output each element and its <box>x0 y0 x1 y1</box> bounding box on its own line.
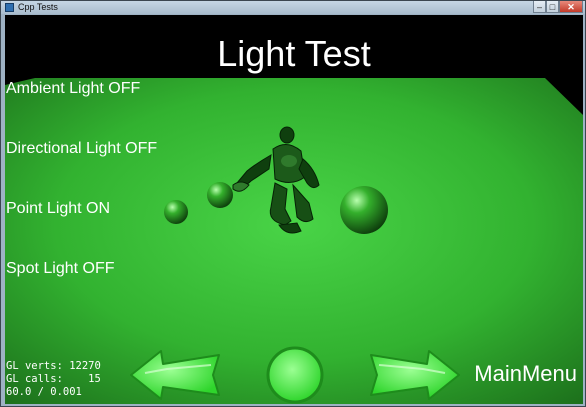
large-sphere <box>340 186 388 234</box>
point-light-toggle[interactable]: Point Light ON <box>6 199 110 219</box>
app-window: Cpp Tests – □ ✕ Light Test Ambient Light… <box>0 0 586 407</box>
window-titlebar[interactable]: Cpp Tests – □ ✕ <box>1 1 585 14</box>
window-controls: – □ ✕ <box>533 1 583 13</box>
gl-stats: GL verts: 12270 GL calls: 15 60.0 / 0.00… <box>6 360 101 399</box>
stats-verts: GL verts: 12270 <box>6 360 101 372</box>
ambient-light-toggle[interactable]: Ambient Light OFF <box>6 79 140 99</box>
window-title: Cpp Tests <box>18 2 58 12</box>
back-arrow-button[interactable] <box>127 347 223 403</box>
orc-model <box>232 126 320 234</box>
minimize-button[interactable]: – <box>533 1 546 13</box>
close-button[interactable]: ✕ <box>559 1 583 13</box>
app-icon <box>5 3 14 12</box>
maximize-button[interactable]: □ <box>546 1 559 13</box>
scene-title: Light Test <box>217 33 371 74</box>
render-viewport: Light Test Ambient Light OFF Directional… <box>5 15 583 404</box>
small-sphere <box>164 200 188 224</box>
stats-fps: 60.0 / 0.001 <box>6 386 82 398</box>
stats-calls: GL calls: 15 <box>6 373 101 385</box>
directional-light-toggle[interactable]: Directional Light OFF <box>6 139 157 159</box>
main-menu-button[interactable]: MainMenu <box>474 360 577 388</box>
restart-circle-button[interactable] <box>265 345 325 404</box>
next-arrow-button[interactable] <box>367 347 463 403</box>
spot-light-toggle[interactable]: Spot Light OFF <box>6 259 115 279</box>
